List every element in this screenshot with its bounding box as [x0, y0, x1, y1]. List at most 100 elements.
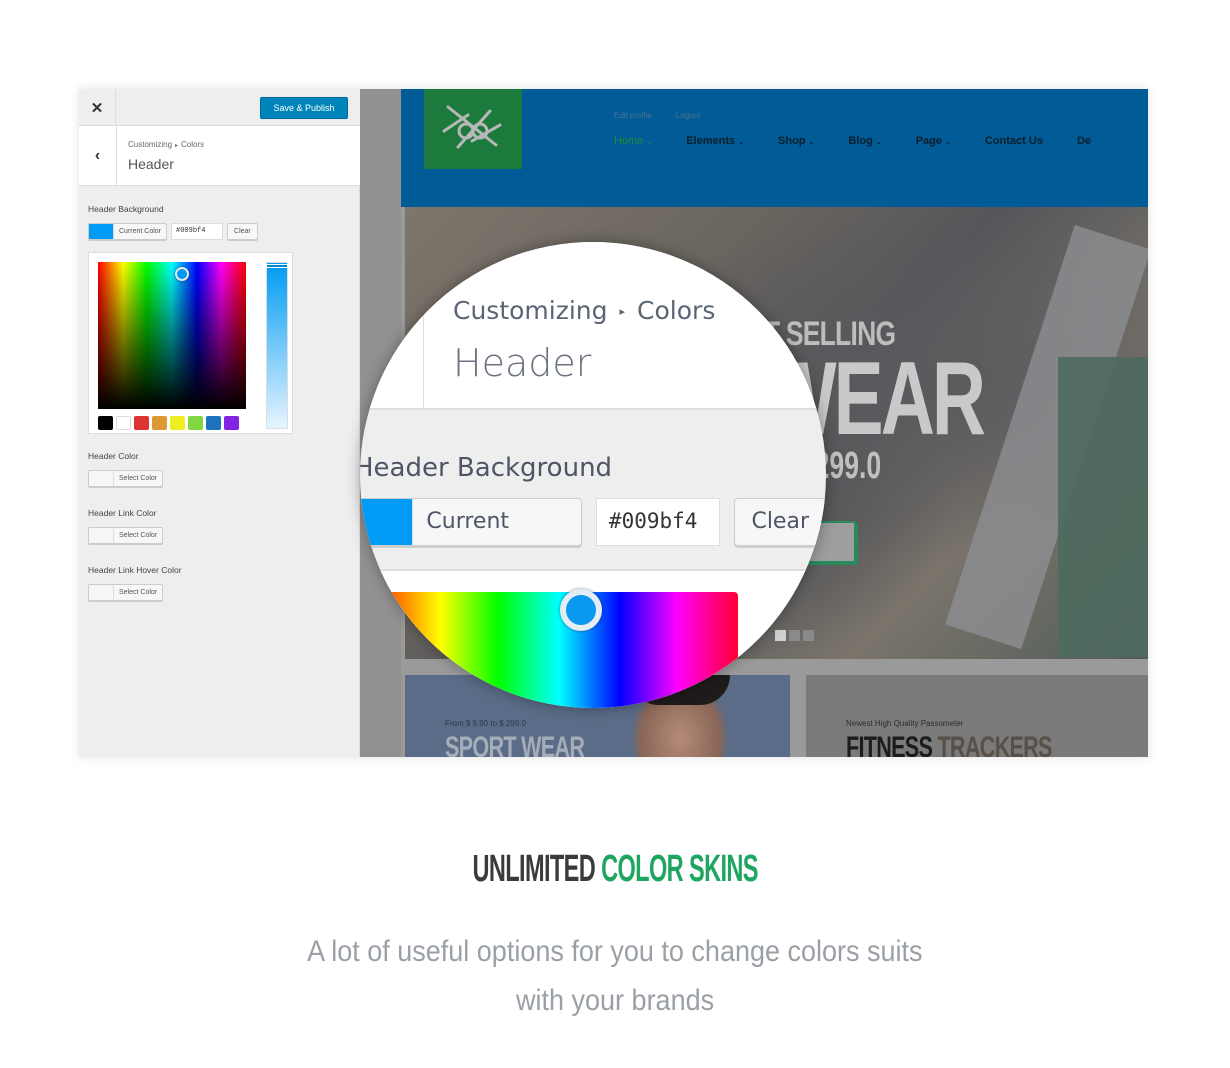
breadcrumb-separator-icon: ▸ — [175, 143, 179, 149]
nav-item-shop[interactable]: Shop ⌄ — [778, 135, 814, 147]
nav-item-blog[interactable]: Blog ⌄ — [848, 135, 881, 147]
breadcrumb-current: Colors — [637, 296, 716, 325]
color-swatch — [360, 499, 413, 545]
main-nav: Home ⌄ Elements ⌄ Shop ⌄ Blog ⌄ Page ⌄ Contac… — [614, 135, 1091, 147]
palette-swatch-red[interactable] — [134, 416, 149, 430]
description-line-1: A lot of useful options for you to chang… — [307, 935, 923, 968]
color-swatch — [89, 224, 113, 239]
color-swatch — [89, 528, 113, 543]
nav-label: Shop — [778, 135, 806, 147]
breadcrumb-parent: Customizing — [453, 296, 608, 325]
site-header: Edit profile Logout Home ⌄ Elements ⌄ Shop… — [401, 89, 1148, 207]
section-title: Header — [128, 156, 174, 172]
breadcrumb-current: Colors — [181, 140, 205, 149]
header-color-control: Select Color — [88, 470, 164, 487]
magnifier-lens: Customizing ▸ Colors Header Header Backgro… — [360, 242, 826, 708]
header-link-hover-color-control: Select Color — [88, 584, 164, 601]
caret-down-icon: ⌄ — [738, 139, 745, 146]
logout-link[interactable]: Logout — [676, 111, 700, 120]
banner-title-dark: FITNESS — [846, 731, 933, 757]
caret-down-icon: ⌄ — [945, 139, 951, 146]
palette-swatch-purple[interactable] — [224, 416, 239, 430]
palette-swatch-white[interactable] — [116, 416, 131, 430]
banner-title: SPORT WEAR — [445, 731, 585, 757]
nav-item-truncated[interactable]: De — [1077, 135, 1091, 147]
current-color-label: Current Color — [412, 499, 581, 545]
current-color-button[interactable]: Current Color — [88, 223, 168, 240]
nav-label: Home — [614, 135, 644, 147]
color-spectrum[interactable] — [98, 262, 246, 409]
palette-swatch-blue[interactable] — [206, 416, 221, 430]
save-publish-button[interactable]: Save & Publish — [260, 97, 348, 119]
nav-label: Blog — [848, 135, 873, 147]
logo-icon — [442, 105, 502, 149]
magnified-section-header: Customizing ▸ Colors Header — [360, 242, 826, 410]
nav-item-home[interactable]: Home ⌄ — [614, 135, 652, 147]
color-swatch — [89, 585, 113, 600]
nav-item-contact-us[interactable]: Contact Us — [985, 135, 1043, 147]
breadcrumb-parent: Customizing — [128, 140, 173, 149]
header-background-label: Header Background — [88, 204, 164, 214]
select-color-label: Select Color — [113, 528, 162, 543]
palette-swatch-black[interactable] — [98, 416, 113, 430]
spectrum-handle[interactable] — [175, 267, 189, 281]
banner-subtitle: Newest High Quality Passometer — [846, 719, 964, 728]
banner-fitness-trackers[interactable]: Newest High Quality Passometer FITNESS T… — [806, 675, 1148, 757]
close-icon[interactable]: ✕ — [79, 89, 116, 126]
select-color-label: Select Color — [113, 471, 162, 486]
header-background-control: Current Color #009bf4 Clear — [88, 223, 258, 240]
nav-label: De — [1076, 135, 1092, 147]
magnified-current-color-button[interactable]: Current Color — [360, 498, 582, 546]
nav-label: Contact Us — [984, 135, 1043, 147]
top-links: Edit profile Logout — [614, 111, 700, 120]
select-color-label: Select Color — [113, 585, 162, 600]
hex-input[interactable]: #009bf4 — [171, 223, 224, 240]
palette-swatch-yellow[interactable] — [170, 416, 185, 430]
select-color-button[interactable]: Select Color — [88, 584, 164, 601]
banner-title-light: TRACKERS — [937, 731, 1052, 757]
banner-title: FITNESS TRACKERS — [846, 731, 1052, 757]
select-color-button[interactable]: Select Color — [88, 470, 164, 487]
feature-description: A lot of useful options for you to chang… — [0, 927, 1230, 1025]
screenshot-frame: ✕ Save & Publish ‹ Customizing ▸ Colors He… — [79, 89, 1148, 757]
magnified-header-background-label: Header Background — [360, 453, 613, 483]
edit-profile-link[interactable]: Edit profile — [614, 111, 652, 120]
magnified-spectrum-handle[interactable] — [560, 589, 602, 631]
magnified-section-title: Header — [453, 341, 592, 385]
header-link-hover-color-label: Header Link Hover Color — [88, 565, 182, 575]
breadcrumb-separator-icon: ▸ — [619, 305, 626, 318]
customizer-toolbar: ✕ Save & Publish — [79, 89, 360, 126]
site-logo[interactable] — [424, 89, 522, 169]
chevron-left-icon[interactable]: ‹ — [79, 126, 117, 186]
caret-down-icon: ⌄ — [808, 139, 815, 146]
magnified-clear-button[interactable]: Clear — [734, 498, 826, 546]
palette-swatch-orange[interactable] — [152, 416, 167, 430]
caret-down-icon: ⌄ — [646, 139, 653, 146]
header-color-label: Header Color — [88, 451, 139, 461]
color-palette — [98, 416, 239, 430]
nav-label: Elements — [686, 135, 736, 147]
banner-subtitle: From $ 9.90 to $ 299.0 — [445, 719, 526, 728]
clear-button[interactable]: Clear — [227, 223, 258, 240]
feature-title-dark: UNLIMITED — [472, 848, 595, 890]
magnified-color-control: Current Color #009bf4 Clear — [360, 498, 826, 546]
nav-item-page[interactable]: Page ⌄ — [916, 135, 951, 147]
magnified-breadcrumb: Customizing ▸ Colors — [453, 296, 715, 325]
header-link-color-control: Select Color — [88, 527, 164, 544]
palette-swatch-green[interactable] — [188, 416, 203, 430]
magnified-color-spectrum[interactable] — [380, 592, 738, 708]
nav-item-elements[interactable]: Elements ⌄ — [686, 135, 744, 147]
nav-label: Page — [915, 135, 943, 147]
lightness-slider[interactable] — [266, 262, 288, 429]
hero-image-shoe-green — [1058, 357, 1148, 657]
feature-caption: UNLIMITED COLOR SKINS — [0, 848, 1230, 891]
magnified-hex-input[interactable]: #009bf4 — [595, 498, 721, 546]
header-link-color-label: Header Link Color — [88, 508, 157, 518]
select-color-button[interactable]: Select Color — [88, 527, 164, 544]
caret-down-icon: ⌄ — [875, 139, 882, 146]
slider-handle[interactable] — [266, 264, 288, 268]
color-picker — [88, 252, 293, 434]
color-swatch — [89, 471, 113, 486]
feature-title-green: COLOR SKINS — [600, 848, 758, 890]
section-header: ‹ Customizing ▸ Colors Header — [79, 126, 360, 186]
